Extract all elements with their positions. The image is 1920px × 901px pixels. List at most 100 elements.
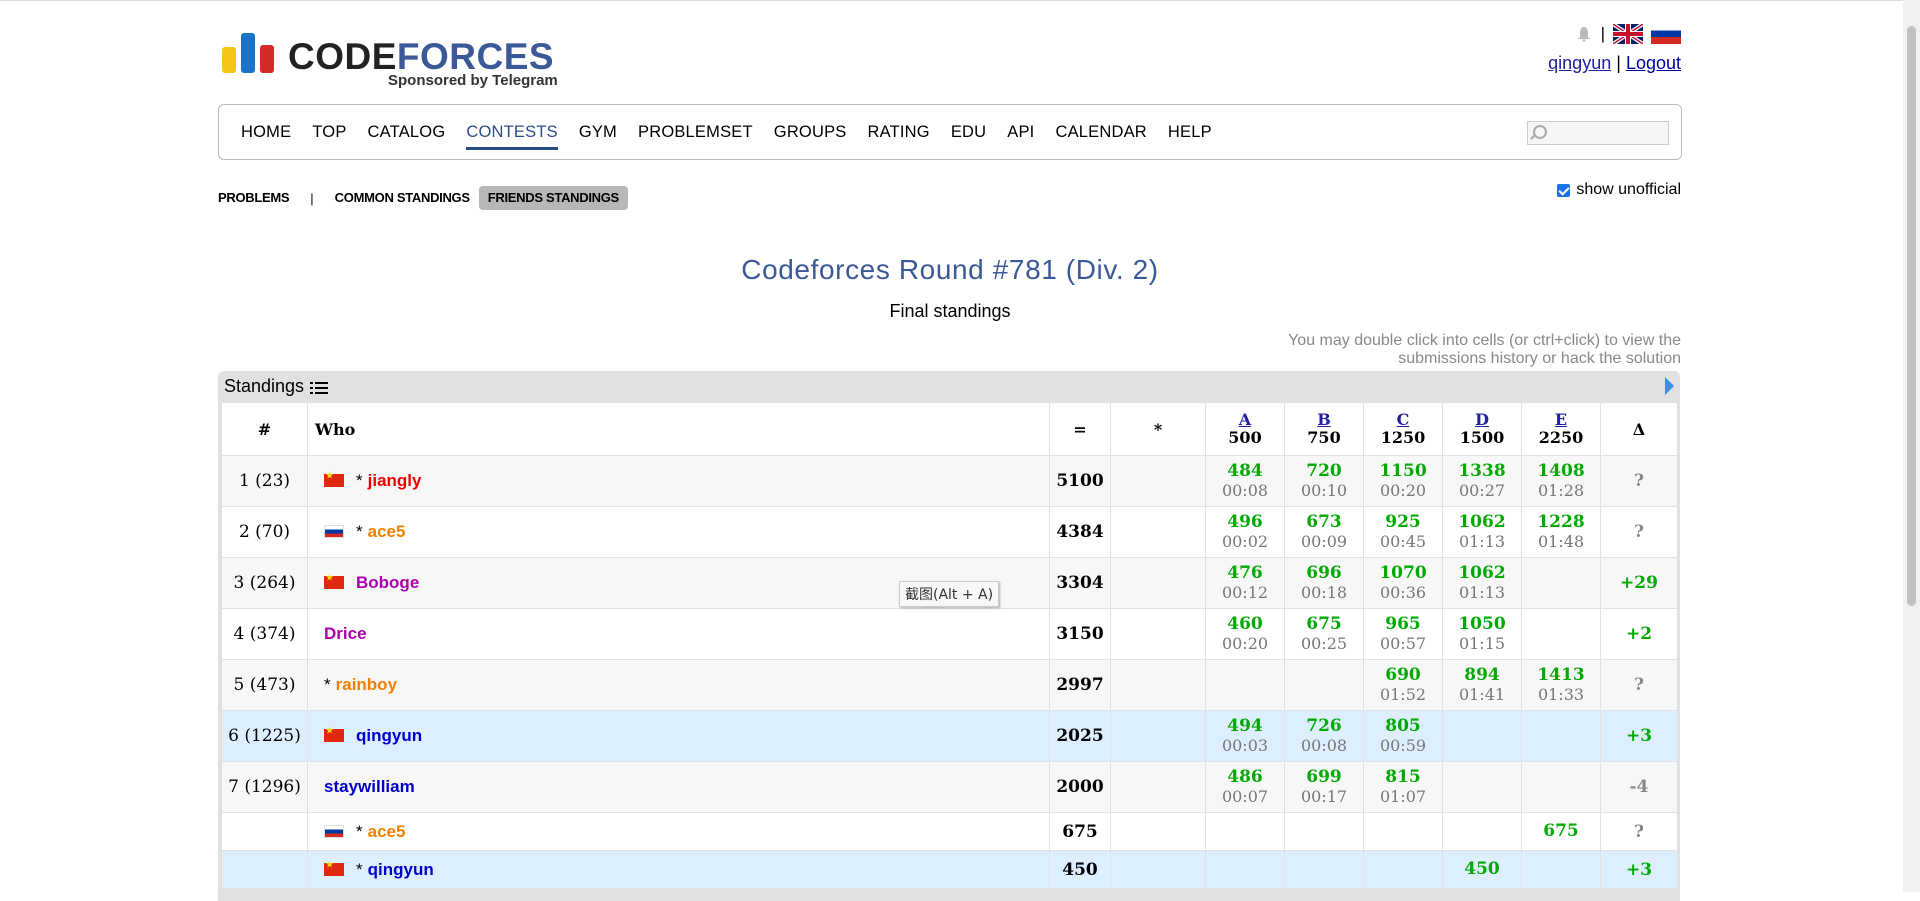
problem-result-cell[interactable]: 450 <box>1442 850 1522 889</box>
problem-result-cell[interactable]: 673 00:09 <box>1284 506 1364 558</box>
problem-result-cell[interactable] <box>1284 850 1364 889</box>
codeforces-logo[interactable]: CODEFORCES Sponsored by Telegram <box>222 31 562 93</box>
problem-result-cell[interactable]: 1050 01:15 <box>1442 608 1522 660</box>
list-icon[interactable] <box>310 381 329 396</box>
participant-handle-link[interactable]: staywilliam <box>324 777 415 796</box>
menu-gym[interactable]: GYM <box>579 123 617 142</box>
problem-score: 894 <box>1464 665 1500 685</box>
problem-result-cell[interactable] <box>1521 761 1601 813</box>
menu-groups[interactable]: GROUPS <box>774 123 847 142</box>
vertical-scrollbar[interactable] <box>1903 0 1920 892</box>
problem-result-cell[interactable] <box>1284 812 1364 851</box>
problem-result-cell[interactable]: 805 00:59 <box>1363 710 1443 762</box>
subnav-friends-standings[interactable]: FRIENDS STANDINGS <box>478 186 628 210</box>
problem-result-cell[interactable]: 1338 00:27 <box>1442 455 1522 507</box>
participant-handle-link[interactable]: qingyun <box>368 860 434 879</box>
problem-result-cell[interactable]: 1228 01:48 <box>1521 506 1601 558</box>
problem-result-cell[interactable]: 1062 01:13 <box>1442 557 1522 609</box>
participant-handle-link[interactable]: ace5 <box>368 822 406 841</box>
problem-result-cell[interactable]: 720 00:10 <box>1284 455 1364 507</box>
user-profile-link[interactable]: qingyun <box>1548 53 1611 73</box>
menu-api[interactable]: API <box>1007 123 1034 142</box>
problem-result-cell[interactable] <box>1205 850 1285 889</box>
problem-time: 00:25 <box>1300 634 1348 653</box>
menu-catalog[interactable]: CATALOG <box>368 123 446 142</box>
show-unofficial-checkbox[interactable] <box>1557 183 1571 197</box>
menu-problemset[interactable]: PROBLEMSET <box>638 123 753 142</box>
problem-result-cell[interactable] <box>1205 812 1285 851</box>
problem-result-cell[interactable]: 696 00:18 <box>1284 557 1364 609</box>
problem-result-cell[interactable]: 675 <box>1521 812 1601 851</box>
logout-link[interactable]: Logout <box>1626 53 1681 73</box>
show-unofficial-toggle[interactable]: show unofficial <box>1557 181 1681 199</box>
problem-result-cell[interactable] <box>1521 850 1601 889</box>
problem-result-cell[interactable]: 476 00:12 <box>1205 557 1285 609</box>
problem-result-cell[interactable]: 1150 00:20 <box>1363 455 1443 507</box>
participant-handle-link[interactable]: rainboy <box>336 675 397 694</box>
problem-score: 696 <box>1306 563 1342 583</box>
bell-icon[interactable] <box>1575 25 1593 43</box>
problem-result-cell[interactable] <box>1284 659 1364 711</box>
problem-result-cell[interactable] <box>1442 812 1522 851</box>
participant-handle-link[interactable]: ace5 <box>368 522 406 541</box>
scrollbar-thumb[interactable] <box>1907 26 1916 606</box>
col-problem-b[interactable]: B 750 <box>1284 402 1364 456</box>
header-separator: | <box>1600 24 1605 43</box>
subnav-common-standings[interactable]: COMMON STANDINGS <box>326 186 479 210</box>
participant-handle-link[interactable]: Drice <box>324 624 367 643</box>
problem-result-cell[interactable]: 815 01:07 <box>1363 761 1443 813</box>
english-flag-icon[interactable] <box>1613 24 1643 44</box>
menu-rating[interactable]: RATING <box>868 123 930 142</box>
col-problem-e[interactable]: E 2250 <box>1521 402 1601 456</box>
problem-result-cell[interactable]: 484 00:08 <box>1205 455 1285 507</box>
problem-result-cell[interactable] <box>1521 557 1601 609</box>
problem-result-cell[interactable] <box>1442 710 1522 762</box>
menu-home[interactable]: HOME <box>241 123 291 142</box>
problem-result-cell[interactable]: 496 00:02 <box>1205 506 1285 558</box>
problem-result-cell[interactable]: 690 01:52 <box>1363 659 1443 711</box>
menu-calendar[interactable]: CALENDAR <box>1055 123 1146 142</box>
col-problem-a[interactable]: A 500 <box>1205 402 1285 456</box>
participant-handle-link[interactable]: jiangly <box>368 471 422 490</box>
search-input[interactable] <box>1527 121 1669 145</box>
penalty-cell <box>1110 506 1206 558</box>
problem-result-cell[interactable]: 1062 01:13 <box>1442 506 1522 558</box>
standings-hint: You may double click into cells (or ctrl… <box>1288 332 1681 367</box>
russian-flag-icon[interactable] <box>1651 24 1681 44</box>
logo-bars-icon <box>222 33 274 73</box>
menu-edu[interactable]: EDU <box>951 123 986 142</box>
subnav-problems[interactable]: PROBLEMS <box>218 186 298 210</box>
problem-result-cell[interactable] <box>1363 850 1443 889</box>
participant-handle-link[interactable]: Boboge <box>356 573 419 592</box>
problem-result-cell[interactable]: 894 01:41 <box>1442 659 1522 711</box>
problem-result-cell[interactable]: 494 00:03 <box>1205 710 1285 762</box>
menu-contests[interactable]: CONTESTS <box>466 123 559 150</box>
unofficial-marker: * <box>356 821 363 841</box>
problem-result-cell[interactable]: 486 00:07 <box>1205 761 1285 813</box>
problem-result-cell[interactable]: 460 00:20 <box>1205 608 1285 660</box>
problem-result-cell[interactable] <box>1363 812 1443 851</box>
col-problem-c[interactable]: C 1250 <box>1363 402 1443 456</box>
expand-arrow-icon[interactable] <box>1665 377 1674 395</box>
problem-result-cell[interactable] <box>1442 761 1522 813</box>
problem-result-cell[interactable] <box>1205 659 1285 711</box>
menu-help[interactable]: HELP <box>1168 123 1212 142</box>
problem-result-cell[interactable]: 1413 01:33 <box>1521 659 1601 711</box>
problem-result-cell[interactable] <box>1521 608 1601 660</box>
problem-result-cell[interactable]: 726 00:08 <box>1284 710 1364 762</box>
problem-result-cell[interactable]: 1070 00:36 <box>1363 557 1443 609</box>
problem-result-cell[interactable]: 965 00:57 <box>1363 608 1443 660</box>
col-problem-d[interactable]: D 1500 <box>1442 402 1522 456</box>
problem-result-cell[interactable]: 925 00:45 <box>1363 506 1443 558</box>
problem-result-cell[interactable]: 1408 01:28 <box>1521 455 1601 507</box>
problem-time: 01:52 <box>1379 685 1427 704</box>
contest-title[interactable]: Codeforces Round #781 (Div. 2) <box>0 254 1900 286</box>
standings-status: Final standings <box>889 301 1011 321</box>
problem-result-cell[interactable]: 699 00:17 <box>1284 761 1364 813</box>
participant-handle-link[interactable]: qingyun <box>356 726 422 745</box>
standings-row: * qingyun 450 450 +3 <box>221 850 1678 889</box>
menu-top[interactable]: TOP <box>312 123 346 142</box>
problem-result-cell[interactable]: 675 00:25 <box>1284 608 1364 660</box>
problem-time: 00:17 <box>1300 787 1348 806</box>
problem-result-cell[interactable] <box>1521 710 1601 762</box>
